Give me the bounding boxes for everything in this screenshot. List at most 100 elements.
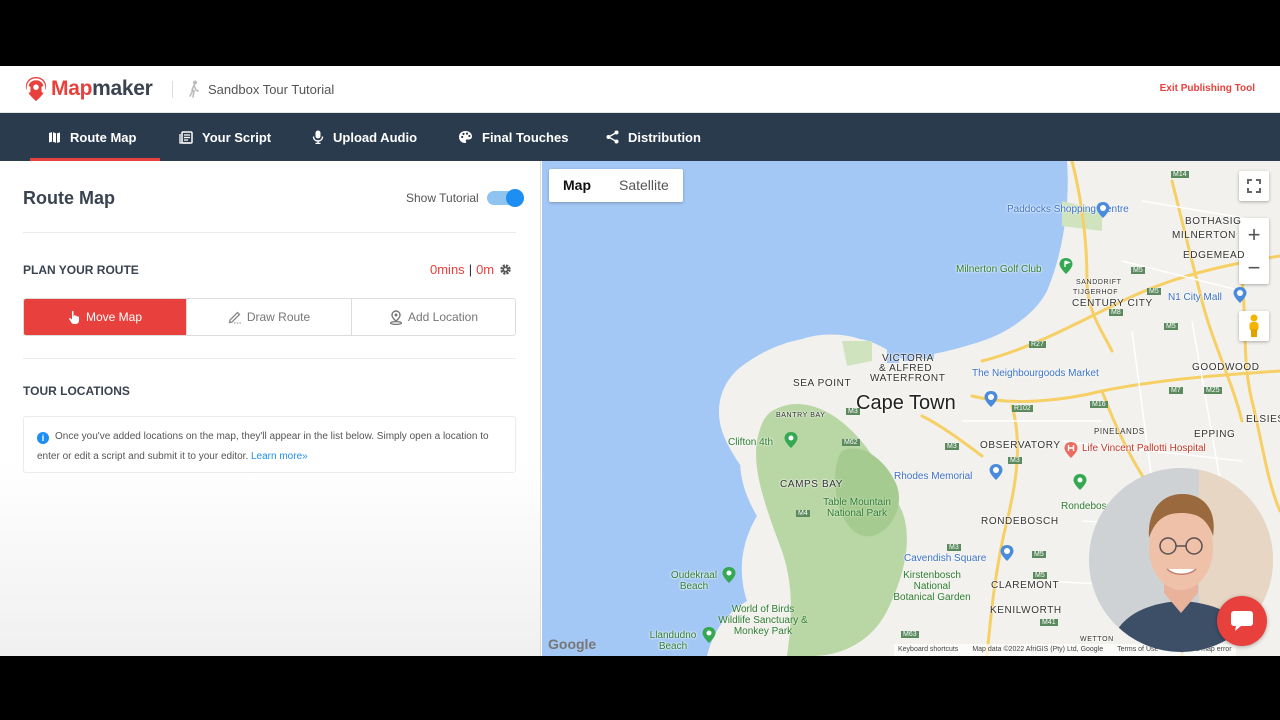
area-label: ELSIES	[1246, 414, 1280, 425]
nav-tab-final-touches[interactable]: Final Touches	[458, 113, 568, 161]
road-shield: M5	[1131, 267, 1145, 274]
tour-locations-heading: TOUR LOCATIONS	[23, 384, 130, 398]
area-label: CENTURY CITY	[1072, 298, 1153, 309]
learn-more-link[interactable]: Learn more»	[251, 451, 308, 462]
road-shield: R27	[1029, 341, 1046, 348]
nav-label: Upload Audio	[333, 129, 418, 145]
add-location-button[interactable]: Add Location	[352, 299, 515, 335]
area-label: GOODWOOD	[1192, 362, 1260, 373]
keyboard-shortcuts-link[interactable]: Keyboard shortcuts	[898, 644, 958, 656]
city-label: Cape Town	[856, 392, 956, 414]
route-stats-separator: |	[468, 262, 473, 277]
gear-icon[interactable]	[499, 263, 512, 276]
area-label: WATERFRONT	[870, 373, 946, 384]
nav-label: Final Touches	[482, 129, 569, 145]
chat-button[interactable]	[1217, 596, 1267, 646]
divider	[23, 232, 516, 233]
route-distance: 0m	[476, 262, 495, 277]
shopping-marker-icon[interactable]	[1095, 201, 1111, 219]
street-view-pegman[interactable]	[1239, 311, 1269, 341]
route-panel: Route Map Show Tutorial PLAN YOUR ROUTE …	[0, 161, 541, 656]
nav-label: Your Script	[202, 129, 272, 145]
panel-title: Route Map	[23, 188, 115, 208]
golf-marker-icon[interactable]	[1058, 257, 1074, 275]
brand-name: Mapmaker	[51, 77, 153, 101]
park-label[interactable]: Kirstenbosch National Botanical Garden	[892, 570, 972, 603]
draw-route-button[interactable]: Draw Route	[187, 299, 352, 335]
nav-tab-your-script[interactable]: Your Script	[179, 113, 271, 161]
route-stats: 0mins | 0m	[430, 262, 512, 277]
shopping-marker-icon[interactable]	[999, 544, 1015, 562]
road-shield: R102	[1012, 405, 1033, 412]
poi-label[interactable]: Cavendish Square	[904, 553, 986, 564]
poi-label[interactable]: Llandudno Beach	[642, 630, 704, 652]
park-marker-icon[interactable]	[1072, 473, 1088, 491]
poi-label[interactable]: Rhodes Memorial	[894, 471, 972, 482]
area-label: EDGEMEAD	[1183, 250, 1246, 261]
tour-title: Sandbox Tour Tutorial	[188, 80, 334, 98]
zoom-in-button[interactable]: +	[1239, 218, 1269, 251]
poi-label[interactable]: N1 City Mall	[1168, 292, 1222, 303]
map-type-control: Map Satellite	[549, 169, 683, 202]
poi-label[interactable]: Clifton 4th	[728, 437, 773, 448]
nav-tab-route-map[interactable]: Route Map	[29, 113, 162, 161]
road-shield: M4	[796, 510, 810, 517]
area-label: PINELANDS	[1094, 427, 1145, 436]
beach-marker-icon[interactable]	[783, 431, 799, 449]
move-map-button[interactable]: Move Map	[24, 299, 187, 335]
memorial-marker-icon[interactable]	[988, 463, 1004, 481]
poi-label[interactable]: Paddocks Shopping Centre	[1007, 204, 1129, 215]
fullscreen-button[interactable]	[1239, 171, 1269, 201]
area-label: TIJGERHOF	[1073, 289, 1119, 296]
market-marker-icon[interactable]	[983, 390, 999, 408]
top-bar: Mapmaker Sandbox Tour Tutorial Exit Publ…	[0, 66, 1280, 113]
area-label: WETTON	[1080, 636, 1114, 643]
poi-label[interactable]: The Neighbourgoods Market	[972, 368, 1099, 379]
route-mode-selector: Move Map Draw Route Add Location	[23, 298, 516, 336]
road-shield: M25	[1204, 387, 1222, 394]
road-shield: M5	[1032, 551, 1046, 558]
map-type-satellite-button[interactable]: Satellite	[605, 169, 683, 202]
exit-publishing-tool-link[interactable]: Exit Publishing Tool	[1160, 83, 1255, 94]
map-type-map-button[interactable]: Map	[549, 169, 605, 202]
map-data-credit: Map data ©2022 AfriGIS (Pty) Ltd, Google	[972, 646, 1104, 653]
road-shield: M5	[1147, 288, 1161, 295]
share-icon	[606, 130, 619, 144]
poi-label[interactable]: Milnerton Golf Club	[956, 264, 1042, 275]
beach-marker-icon[interactable]	[721, 566, 737, 584]
header-divider	[172, 81, 173, 98]
show-tutorial-toggle[interactable]	[487, 189, 524, 207]
fullscreen-icon	[1247, 179, 1261, 193]
road-shield: M3	[1008, 457, 1022, 464]
nav-tab-distribution[interactable]: Distribution	[606, 113, 701, 161]
road-shield: M62	[842, 439, 860, 446]
palette-icon	[459, 131, 472, 143]
nav-tab-upload-audio[interactable]: Upload Audio	[312, 113, 417, 161]
map-icon	[49, 131, 60, 143]
park-label[interactable]: Table Mountain National Park	[820, 497, 894, 519]
area-label: CAMPS BAY	[780, 479, 844, 490]
chat-bubble-icon	[1231, 611, 1253, 631]
park-label[interactable]: World of Birds Wildlife Sanctuary & Monk…	[718, 604, 808, 637]
poi-label[interactable]: Oudekraal Beach	[664, 570, 724, 592]
road-shield: M63	[901, 631, 919, 638]
microphone-icon	[312, 130, 324, 144]
road-shield: M3	[947, 544, 961, 551]
mall-marker-icon[interactable]	[1232, 286, 1248, 304]
road-shield: M3	[945, 443, 959, 450]
location-pin-icon	[389, 309, 403, 325]
beach-marker-icon[interactable]	[701, 626, 717, 644]
main-nav: Route Map Your Script Upload Audio Final…	[0, 113, 1280, 161]
hospital-marker-icon[interactable]	[1063, 441, 1079, 459]
mode-label: Draw Route	[246, 310, 311, 324]
poi-label[interactable]: Life Vincent Pallotti Hospital	[1082, 443, 1206, 454]
road-shield: M5	[1164, 323, 1178, 330]
mapmaker-logo[interactable]: Mapmaker	[24, 75, 153, 103]
pencil-icon	[228, 311, 241, 324]
mode-label: Add Location	[407, 310, 479, 324]
plan-your-route-heading: PLAN YOUR ROUTE	[23, 263, 139, 277]
area-label: SANDDRIFT	[1076, 279, 1122, 286]
nav-label: Distribution	[628, 129, 701, 145]
toggle-knob	[506, 189, 524, 207]
info-icon: i	[37, 432, 49, 444]
